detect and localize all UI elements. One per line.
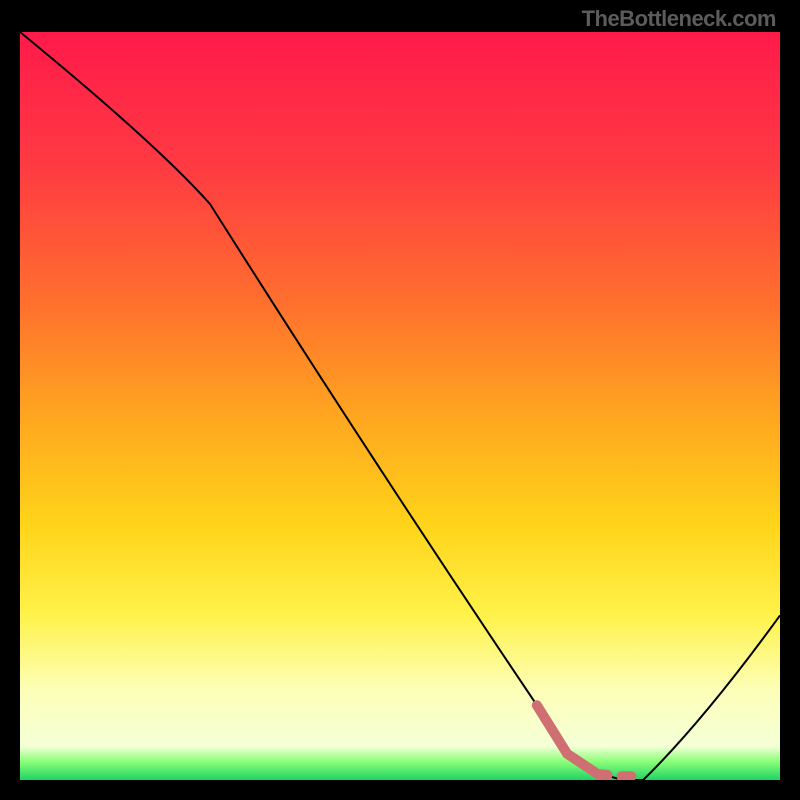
bottleneck-chart (20, 32, 780, 780)
watermark-text: TheBottleneck.com (582, 6, 776, 32)
gradient-background (20, 32, 780, 780)
